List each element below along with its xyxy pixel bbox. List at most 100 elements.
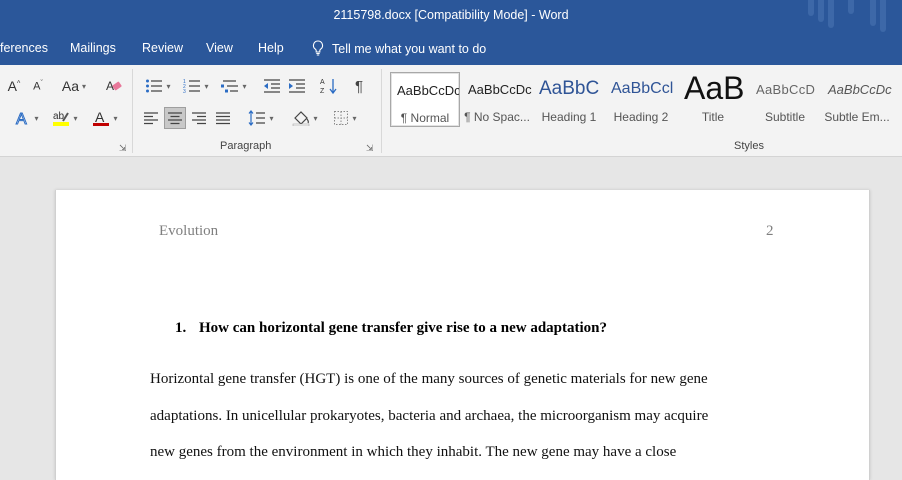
tab-mailings[interactable]: Mailings xyxy=(70,41,116,55)
lightbulb-icon xyxy=(312,40,324,56)
borders-button[interactable]: ▾ xyxy=(328,107,362,129)
bullet-list-icon xyxy=(146,79,163,93)
line-spacing-button[interactable]: ▾ xyxy=(244,107,278,129)
style-preview: AaB xyxy=(684,72,745,106)
ribbon-tab-bar: ferences Mailings Review View Help Tell … xyxy=(0,33,902,65)
clear-formatting-button[interactable]: A xyxy=(104,76,124,96)
pilcrow-icon: ¶ xyxy=(354,77,364,95)
change-case-button[interactable]: Aa ▾ xyxy=(57,76,91,96)
style-preview: AaBbCcDc xyxy=(397,83,460,98)
document-canvas-background xyxy=(0,157,902,190)
text-effects-button[interactable]: A ▾ xyxy=(10,107,44,129)
show-formatting-marks-button[interactable]: ¶ xyxy=(349,76,369,96)
style-name: Heading 2 xyxy=(613,110,669,124)
highlight-color-button[interactable]: ab ▾ xyxy=(48,107,82,129)
text-effects-icon: A xyxy=(16,111,28,128)
style-name: Title xyxy=(701,110,725,124)
style-name: ¶ No Spac... xyxy=(464,110,530,124)
chevron-down-icon: ▾ xyxy=(73,113,78,123)
shrink-font-icon: Aˇ xyxy=(33,79,43,93)
svg-text:A: A xyxy=(320,79,325,86)
grow-font-icon: A^ xyxy=(7,78,21,94)
chevron-down-icon: ▾ xyxy=(34,113,39,123)
paragraph-dialog-launcher[interactable]: ⇲ xyxy=(366,143,374,154)
style-no-spacing[interactable]: AaBbCcDc ¶ No Spac... xyxy=(462,72,532,127)
justify-icon xyxy=(216,112,230,125)
ribbon: A^ Aˇ Aa ▾ A A ▾ ab ▾ A ▾ ⇲ ▾ 1 2 3 ▾ ▾ AZ ¶ xyxy=(0,65,902,157)
shrink-font-button[interactable]: Aˇ xyxy=(30,77,46,95)
style-subtitle[interactable]: AaBbCcD Subtitle xyxy=(750,72,820,127)
tab-references[interactable]: ferences xyxy=(0,41,48,55)
style-heading-2[interactable]: AaBbCcl Heading 2 xyxy=(606,72,676,127)
style-name: Heading 1 xyxy=(541,110,597,124)
multilevel-list-icon xyxy=(221,80,239,93)
style-normal[interactable]: AaBbCcDc ¶ Normal xyxy=(390,72,460,127)
style-name: ¶ Normal xyxy=(400,111,450,125)
style-title[interactable]: AaB Title xyxy=(678,72,748,127)
style-subtle-emphasis[interactable]: AaBbCcDc Subtle Em... xyxy=(822,72,892,127)
numbering-button[interactable]: 1 2 3 ▾ xyxy=(180,76,212,96)
decrease-indent-icon xyxy=(264,79,280,93)
window-title: 2115798.docx [Compatibility Mode] - Word xyxy=(333,8,569,22)
page-header-title: Evolution xyxy=(159,223,219,239)
question-heading: 1. How can horizontal gene transfer give … xyxy=(175,320,607,337)
paragraph-line: new genes from the environment in which … xyxy=(150,444,677,460)
question-number: 1. xyxy=(175,320,187,336)
title-bar: 2115798.docx [Compatibility Mode] - Word xyxy=(0,0,902,33)
bullets-button[interactable]: ▾ xyxy=(142,76,174,96)
chevron-down-icon: ▾ xyxy=(82,81,87,91)
align-center-icon xyxy=(168,112,182,125)
tell-me-box[interactable]: Tell me what you want to do xyxy=(312,40,486,56)
align-center-button[interactable] xyxy=(164,107,186,129)
style-name: Subtitle xyxy=(764,110,806,124)
chevron-down-icon: ▾ xyxy=(204,81,209,91)
tab-help[interactable]: Help xyxy=(258,41,284,55)
increase-indent-icon xyxy=(289,79,305,93)
shading-button[interactable]: ▾ xyxy=(288,107,322,129)
page-number: 2 xyxy=(766,223,774,239)
style-name: Subtle Em... xyxy=(824,110,890,124)
style-preview: AaBbC xyxy=(539,78,600,99)
chevron-down-icon: ▾ xyxy=(269,113,274,123)
svg-text:Z: Z xyxy=(320,88,325,95)
chevron-down-icon: ▾ xyxy=(113,113,118,123)
borders-icon xyxy=(334,111,349,125)
style-heading-1[interactable]: AaBbC Heading 1 xyxy=(534,72,604,127)
grow-font-button[interactable]: A^ xyxy=(6,77,22,95)
decrease-indent-button[interactable] xyxy=(262,76,282,96)
paint-bucket-icon xyxy=(293,111,310,126)
chevron-down-icon: ▾ xyxy=(313,113,318,123)
chevron-down-icon: ▾ xyxy=(166,81,171,91)
numbered-list-icon: 123 xyxy=(183,79,201,94)
tell-me-label: Tell me what you want to do xyxy=(332,42,487,56)
tab-view[interactable]: View xyxy=(206,41,233,55)
align-right-icon xyxy=(192,112,206,125)
styles-group-label: Styles xyxy=(734,140,764,152)
svg-text:A: A xyxy=(95,109,105,125)
styles-gallery: AaBbCcDc ¶ Normal AaBbCcDc ¶ No Spac... … xyxy=(389,70,902,130)
style-preview: AaBbCcD xyxy=(756,82,816,97)
paragraph-line: Horizontal gene transfer (HGT) is one of… xyxy=(150,371,708,387)
justify-button[interactable] xyxy=(212,107,234,129)
group-separator xyxy=(132,69,133,153)
clear-formatting-icon: A xyxy=(106,79,122,93)
align-left-button[interactable] xyxy=(140,107,162,129)
change-case-label: Aa xyxy=(61,78,80,94)
paragraph-group-label: Paragraph xyxy=(220,140,272,152)
question-text: How can horizontal gene transfer give ri… xyxy=(199,320,608,336)
line-spacing-icon xyxy=(249,110,266,126)
multilevel-list-button[interactable]: ▾ xyxy=(218,76,250,96)
group-separator xyxy=(381,69,382,153)
tab-review[interactable]: Review xyxy=(142,41,183,55)
align-right-button[interactable] xyxy=(188,107,210,129)
document-page[interactable]: Evolution 2 1. How can horizontal gene tr… xyxy=(55,190,870,480)
svg-text:3: 3 xyxy=(183,89,186,94)
increase-indent-button[interactable] xyxy=(287,76,307,96)
align-left-icon xyxy=(144,112,158,125)
chevron-down-icon: ▾ xyxy=(242,81,247,91)
font-dialog-launcher[interactable]: ⇲ xyxy=(119,143,127,154)
highlighter-icon: ab xyxy=(53,111,70,126)
style-preview: AaBbCcDc xyxy=(468,82,532,97)
font-color-button[interactable]: A ▾ xyxy=(88,107,122,129)
sort-button[interactable]: AZ xyxy=(318,76,340,96)
